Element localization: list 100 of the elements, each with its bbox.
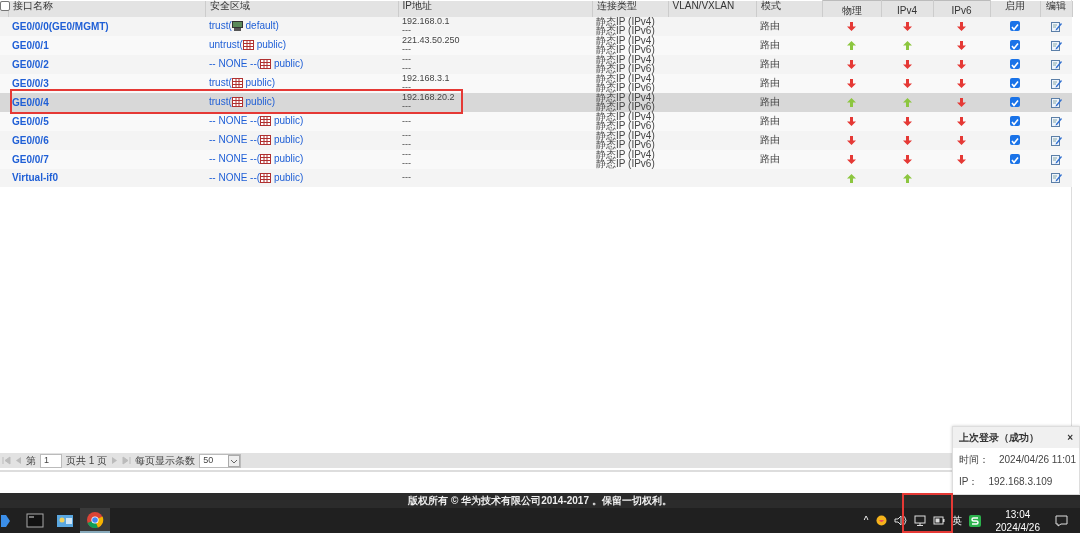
edit-icon[interactable] xyxy=(1050,39,1062,51)
taskbar-clock[interactable]: 13:04 2024/4/26 xyxy=(987,507,1048,533)
highlight-frame xyxy=(902,493,953,533)
taskbar-app-button[interactable] xyxy=(80,508,110,533)
interface-link[interactable]: GE0/0/2 xyxy=(12,58,49,70)
connection-type: 静态IP (IPv6) xyxy=(596,64,656,74)
ip-address: --- xyxy=(402,173,412,183)
tray-chevron[interactable]: ^ xyxy=(863,513,869,528)
grid-icon xyxy=(260,116,272,127)
ip-address: --- xyxy=(402,102,412,111)
connection-type: 静态IP (IPv6) xyxy=(596,102,656,112)
connection-type: 静态IP (IPv4) xyxy=(596,111,656,121)
connection-type: 静态IP (IPv6) xyxy=(596,121,656,131)
mode-text: 路由 xyxy=(760,39,780,51)
interface-link[interactable]: GE0/0/5 xyxy=(12,115,49,127)
ip-address: --- xyxy=(402,26,412,35)
ip-address: --- xyxy=(402,64,412,73)
ip-address: --- xyxy=(402,159,412,168)
interface-link[interactable]: GE0/0/1 xyxy=(12,39,49,51)
ip-address: --- xyxy=(402,116,412,126)
enable-checkbox[interactable] xyxy=(1010,21,1020,32)
clock-time: 13:04 xyxy=(1004,507,1032,521)
field-label: 时间： xyxy=(959,452,989,467)
interface-link[interactable]: GE0/0/4 xyxy=(12,96,49,108)
ip-address: --- xyxy=(402,83,412,92)
next-page-icon xyxy=(111,456,119,465)
field-label: IP： xyxy=(959,474,979,489)
edit-icon[interactable] xyxy=(1050,96,1062,108)
connection-type: 静态IP (IPv4) xyxy=(596,73,656,83)
connection-type: 静态IP (IPv4) xyxy=(596,54,656,64)
mode-text: 路由 xyxy=(760,153,780,165)
edit-icon[interactable] xyxy=(1050,77,1062,89)
page-input[interactable]: 1 xyxy=(40,453,62,468)
enable-checkbox[interactable] xyxy=(1010,154,1020,165)
interface-link[interactable]: GE0/0/6 xyxy=(12,134,49,146)
connection-type: 静态IP (IPv4) xyxy=(596,130,656,140)
ip-address: --- xyxy=(402,131,412,140)
connection-type: 静态IP (IPv6) xyxy=(596,140,656,150)
ip-address: 192.168.0.1 xyxy=(402,17,451,26)
enable-checkbox[interactable] xyxy=(1010,78,1020,89)
select-all-checkbox[interactable] xyxy=(0,0,10,11)
connection-type: 静态IP (IPv6) xyxy=(596,45,656,55)
column-header: 接口名称 xyxy=(12,0,53,11)
mode-text: 路由 xyxy=(760,20,780,32)
column-header: IPv4 xyxy=(897,4,917,16)
enable-checkbox[interactable] xyxy=(1010,59,1020,70)
smiley-icon xyxy=(875,515,887,526)
enable-checkbox[interactable] xyxy=(1010,97,1020,108)
interface-link[interactable]: GE0/0/3 xyxy=(12,77,49,89)
column-header: 安全区域 xyxy=(209,0,250,11)
interface-link[interactable]: GE0/0/7 xyxy=(12,153,49,165)
grid-icon xyxy=(231,78,243,89)
connection-type: 静态IP (IPv4) xyxy=(596,149,656,159)
ip-address: --- xyxy=(402,140,412,149)
grid-icon xyxy=(242,40,254,51)
previous-page-icon xyxy=(15,456,22,465)
enable-checkbox[interactable] xyxy=(1010,116,1020,127)
s-logo-icon xyxy=(968,514,981,527)
ip-address: --- xyxy=(402,45,412,54)
enable-checkbox[interactable] xyxy=(1010,40,1020,51)
page-count: 页共 1 页 xyxy=(66,454,108,468)
connection-type: 静态IP (IPv6) xyxy=(596,26,656,36)
interface-link[interactable]: Virtual-if0 xyxy=(12,172,58,184)
enable-checkbox[interactable] xyxy=(1010,135,1020,146)
grid-icon xyxy=(260,154,272,165)
column-header: 启用 xyxy=(1005,0,1025,11)
page-label: 第 xyxy=(26,454,36,468)
edit-icon[interactable] xyxy=(1050,115,1062,127)
ip-address: --- xyxy=(402,150,412,159)
input-method-indicator[interactable]: 英 xyxy=(951,513,962,528)
close-button[interactable]: × xyxy=(1067,430,1073,445)
speaker-icon xyxy=(893,515,907,526)
edit-icon[interactable] xyxy=(1050,153,1062,165)
terminal-icon xyxy=(26,511,44,530)
column-header: 模式 xyxy=(760,0,781,11)
column-header: IPv6 xyxy=(951,4,972,16)
column-header: VLAN/VXLAN xyxy=(672,0,735,11)
popup-title: 上次登录（成功） xyxy=(959,431,1039,445)
ip-address: --- xyxy=(402,55,412,64)
grid-icon xyxy=(260,59,272,70)
ip-address: 192.168.20.2 xyxy=(402,93,456,102)
grid-icon xyxy=(260,135,272,146)
per-page-select[interactable]: 50 xyxy=(199,453,242,468)
first-page-icon xyxy=(2,456,11,465)
edit-icon[interactable] xyxy=(1050,172,1062,184)
mode-text: 路由 xyxy=(760,96,780,108)
last-page-icon xyxy=(122,456,132,465)
mode-text: 路由 xyxy=(760,77,780,89)
ip-address: 192.168.3.1 xyxy=(402,74,451,83)
edit-icon[interactable] xyxy=(1050,20,1062,32)
computer-icon xyxy=(231,21,243,32)
grid-icon xyxy=(260,172,272,183)
field-value: 2024/04/26 11:01 xyxy=(999,452,1077,467)
per-page-label: 每页显示条数 xyxy=(135,454,196,468)
mode-text: 路由 xyxy=(760,115,780,127)
copyright-footer: 版权所有 © 华为技术有限公司2014-2017 。保留一切权利。 xyxy=(0,493,1080,508)
mode-text: 路由 xyxy=(760,134,780,146)
edit-icon[interactable] xyxy=(1050,58,1062,70)
edit-icon[interactable] xyxy=(1050,134,1062,146)
column-header: 连接类型 xyxy=(596,0,637,11)
